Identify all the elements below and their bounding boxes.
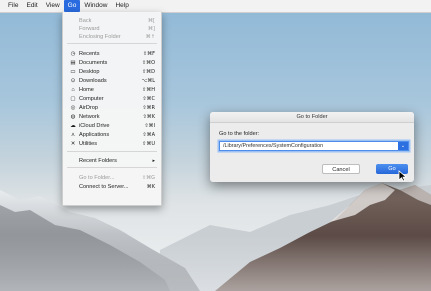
go-menu-item-label: Home <box>79 87 94 93</box>
go-menu-item-shortcut: ⇧⌘O <box>141 60 155 66</box>
dialog-prompt: Go to the folder: <box>219 131 260 137</box>
go-menu-item-shortcut: ⇧⌘H <box>142 87 155 93</box>
go-menu-item-label: Network <box>79 114 100 120</box>
go-menu-item-computer[interactable]: ▢ Computer ⇧⌘C <box>63 95 161 103</box>
go-menu-item-shortcut: ⌘↑ <box>145 34 155 40</box>
go-menu-item-recent-folders[interactable]: Recent Folders ▸ <box>63 157 161 165</box>
network-icon: ◍ <box>70 114 76 120</box>
go-menu-item-go-to-folder: Go to Folder... ⇧⌘G <box>63 174 161 182</box>
go-menu-item-utilities[interactable]: ✕ Utilities ⇧⌘U <box>63 140 161 148</box>
go-menu-item-shortcut: ⇧⌘I <box>144 123 155 129</box>
menu-go[interactable]: Go <box>63 0 81 12</box>
pointer-cursor-icon <box>398 170 408 182</box>
go-menu-item-label: AirDrop <box>79 105 98 111</box>
go-menu-item-label: iCloud Drive <box>79 123 110 129</box>
go-menu-item-airdrop[interactable]: ◎ AirDrop ⇧⌘R <box>63 104 161 112</box>
go-menu-item-forward: Forward ⌘] <box>63 25 161 33</box>
go-menu-item-label: Back <box>79 18 92 24</box>
go-menu-item-label: Enclosing Folder <box>79 34 121 40</box>
go-menu-item-label: Downloads <box>79 78 107 84</box>
desktop-icon: ▭ <box>70 69 76 75</box>
menu-view[interactable]: View <box>42 0 64 12</box>
go-menu-item-shortcut: ⌘K <box>146 184 155 190</box>
go-menu-dropdown: Back ⌘[Forward ⌘] Enclosing Folder ⌘↑ ◷ Recent… <box>62 12 162 206</box>
menu-help[interactable]: Help <box>111 0 132 12</box>
cancel-button[interactable]: Cancel <box>322 164 360 174</box>
go-menu-item-network[interactable]: ◍ Network ⇧⌘K <box>63 113 161 121</box>
go-menu-item-shortcut: ⇧⌘A <box>142 132 155 138</box>
go-to-folder-dialog: Go to Folder Go to the folder: /Library/… <box>210 112 414 182</box>
go-menu-item-shortcut: ⇧⌘C <box>142 96 155 102</box>
go-menu-item-label: Desktop <box>79 69 100 75</box>
go-menu-item-recents[interactable]: ◷ Recents ⇧⌘F <box>63 50 161 58</box>
menu-edit[interactable]: Edit <box>22 0 41 12</box>
go-menu-item-shortcut: ⇧⌘D <box>141 69 155 75</box>
menu-window[interactable]: Window <box>80 0 111 12</box>
menu-separator <box>67 43 157 44</box>
utilities-icon: ✕ <box>70 141 76 147</box>
downloads-icon: ⊙ <box>70 78 76 84</box>
menu-file[interactable]: File <box>4 0 22 12</box>
folder-path-input[interactable]: /Library/Preferences/SystemConfiguration… <box>219 141 409 151</box>
home-icon: ⌂ <box>71 87 75 93</box>
go-menu-item-downloads[interactable]: ⊙ Downloads ⌥⌘L <box>63 77 161 85</box>
go-menu-item-label: Recents <box>79 51 100 57</box>
documents-icon: ▤ <box>70 60 76 66</box>
airdrop-icon: ◎ <box>70 105 76 111</box>
go-menu-item-shortcut: ⇧⌘K <box>142 114 155 120</box>
go-menu-item-applications[interactable]: ⋏ Applications ⇧⌘A <box>63 131 161 139</box>
computer-icon: ▢ <box>70 96 76 102</box>
go-menu-item-shortcut: ⌘] <box>148 26 155 32</box>
go-menu-item-shortcut: ⇧⌘U <box>142 141 155 147</box>
go-menu-item-documents[interactable]: ▤ Documents ⇧⌘O <box>63 59 161 67</box>
go-menu-item-enclosing-folder: Enclosing Folder ⌘↑ <box>63 33 161 41</box>
go-menu-item-icloud-drive[interactable]: ☁ iCloud Drive ⇧⌘I <box>63 122 161 130</box>
go-menu-item-shortcut: ⇧⌘G <box>141 175 155 181</box>
go-menu-item-connect-to-server[interactable]: Connect to Server... ⌘K <box>63 183 161 191</box>
go-menu-item-label: Utilities <box>79 141 98 147</box>
icloud-icon: ☁ <box>70 123 76 129</box>
go-menu-item-label: Go to Folder... <box>79 175 115 181</box>
go-menu-item-label: Connect to Server... <box>79 184 129 190</box>
go-menu-item-label: Applications <box>79 132 110 138</box>
dialog-title: Go to Folder <box>210 112 414 123</box>
go-menu-item-label: Recent Folders <box>79 158 117 164</box>
menu-separator <box>67 167 157 168</box>
go-menu-item-label: Computer <box>79 96 104 102</box>
go-menu-item-back: Back ⌘[ <box>63 17 161 25</box>
recents-icon: ◷ <box>70 51 76 57</box>
go-menu-item-shortcut: ⌘[ <box>148 18 155 24</box>
go-menu-item-desktop[interactable]: ▭ Desktop ⇧⌘D <box>63 68 161 76</box>
go-menu-item-shortcut: ⇧⌘F <box>142 51 155 57</box>
go-menu-item-label: Documents <box>79 60 108 66</box>
menu-separator <box>67 151 157 152</box>
go-menu-item-shortcut: ▸ <box>152 158 155 164</box>
applications-icon: ⋏ <box>70 132 76 138</box>
go-menu-item-shortcut: ⇧⌘R <box>142 105 155 111</box>
go-menu-item-home[interactable]: ⌂ Home ⇧⌘H <box>63 86 161 94</box>
chevron-down-icon[interactable]: ⌄ <box>398 142 408 150</box>
go-menu-item-label: Forward <box>79 26 100 32</box>
go-menu-item-shortcut: ⌥⌘L <box>141 78 155 84</box>
folder-path-value: /Library/Preferences/SystemConfiguration <box>223 143 324 149</box>
